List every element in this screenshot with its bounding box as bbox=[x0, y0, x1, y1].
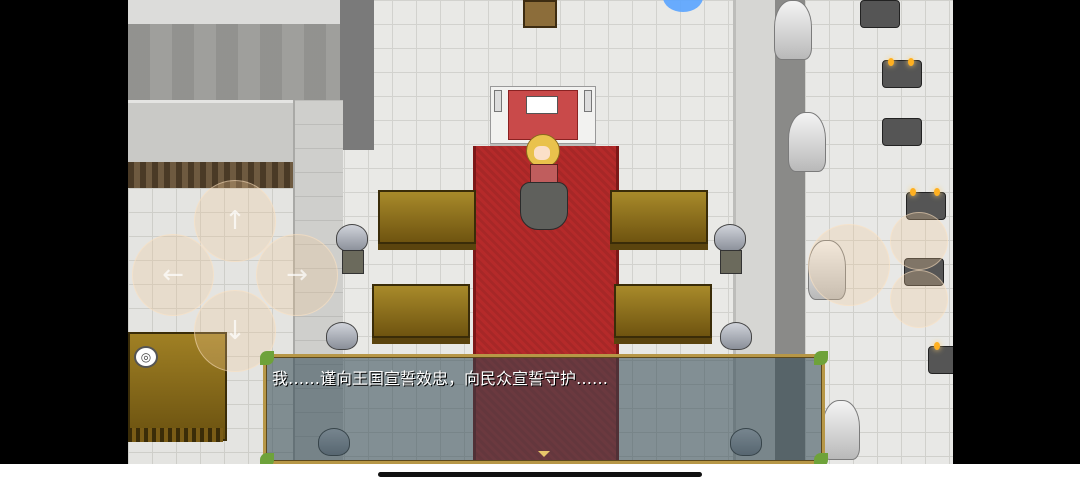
menu-swirl-icon[interactable]: ◎ bbox=[134, 346, 158, 368]
candle bbox=[584, 90, 592, 112]
pew bbox=[378, 190, 476, 244]
candle-flame bbox=[888, 58, 894, 66]
guard-helmet bbox=[714, 224, 746, 252]
angel-statue bbox=[788, 112, 826, 172]
angel-statue bbox=[774, 0, 812, 60]
pew bbox=[372, 284, 470, 338]
candelabra bbox=[860, 0, 900, 28]
upper-wall bbox=[128, 0, 353, 26]
action-button-a[interactable] bbox=[808, 224, 890, 306]
blue-orb bbox=[663, 0, 703, 12]
heroine-skirt bbox=[520, 182, 568, 230]
left-roof-ledge bbox=[128, 100, 308, 165]
candelabra bbox=[882, 118, 922, 146]
throne bbox=[523, 0, 557, 28]
home-indicator[interactable] bbox=[378, 472, 702, 477]
guard-helmet bbox=[336, 224, 368, 252]
right-letterbox bbox=[953, 0, 1080, 464]
guard-helmet bbox=[326, 322, 358, 350]
arrow-left-icon: ← bbox=[162, 260, 184, 290]
dialogue-text: 我……谨向王国宣誓效忠，向民众宣誓守护…… bbox=[272, 369, 609, 388]
pew bbox=[610, 190, 708, 244]
candelabra bbox=[928, 346, 953, 374]
vine-ornament bbox=[814, 351, 828, 365]
candle-flame bbox=[908, 58, 914, 66]
pew bbox=[614, 284, 712, 338]
guard-sprite bbox=[720, 250, 742, 274]
candle-flame bbox=[910, 188, 916, 196]
dpad-left-button[interactable]: ← bbox=[132, 234, 214, 316]
dpad-right-button[interactable]: → bbox=[256, 234, 338, 316]
continue-arrow-icon[interactable] bbox=[538, 451, 550, 457]
action-button-c[interactable] bbox=[890, 270, 948, 328]
heroine-face bbox=[534, 146, 550, 160]
arrow-down-icon: ↓ bbox=[224, 316, 246, 346]
arrow-up-icon: ↑ bbox=[224, 206, 246, 236]
arrow-right-icon: → bbox=[286, 260, 308, 290]
candle bbox=[494, 90, 502, 112]
action-button-b[interactable] bbox=[890, 212, 948, 270]
angel-statue bbox=[822, 400, 860, 460]
table-trim bbox=[128, 428, 223, 442]
candle-flame bbox=[934, 188, 940, 196]
dialogue-box[interactable]: 我……谨向王国宣誓效忠，向民众宣誓守护…… bbox=[260, 351, 828, 467]
open-book bbox=[526, 96, 558, 114]
left-letterbox bbox=[0, 0, 128, 464]
vine-ornament bbox=[260, 351, 274, 365]
guard-helmet bbox=[720, 322, 752, 350]
guard-sprite bbox=[342, 250, 364, 274]
left-dark-wall bbox=[340, 0, 374, 150]
candle-flame bbox=[934, 342, 940, 350]
